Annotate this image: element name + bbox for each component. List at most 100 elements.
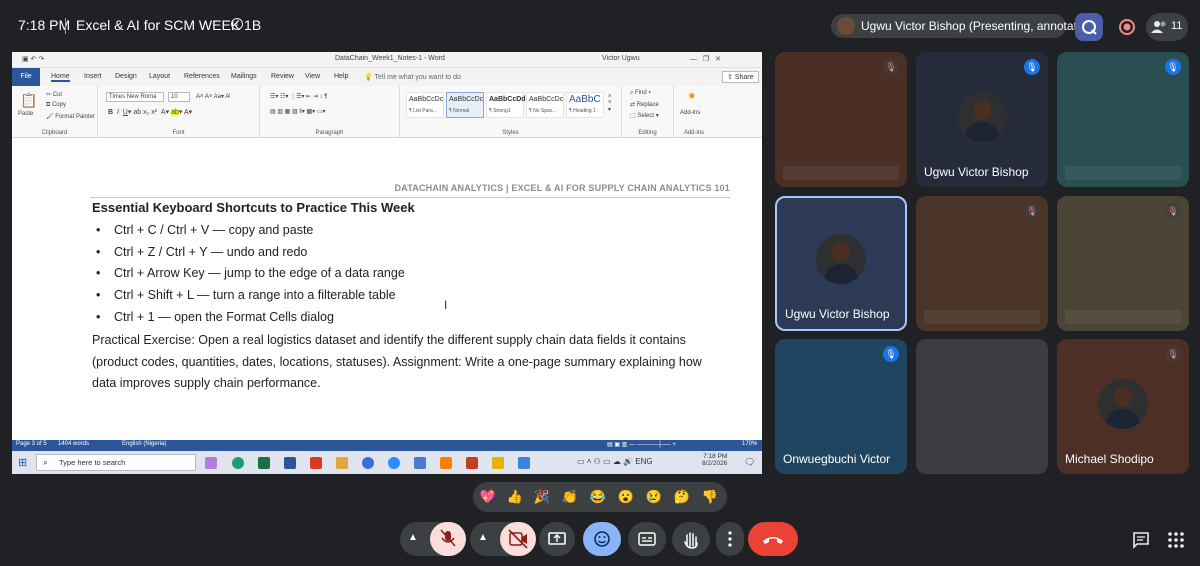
taskbar-clock[interactable]: 7:18 PM 8/2/2026 — [702, 453, 727, 467]
zoom-level[interactable]: 170% — [742, 441, 757, 447]
ribbon: 📋 Paste ✂ Cut ⧉ Copy 🖌 Format Painter Cl… — [12, 86, 762, 138]
paste-icon[interactable]: 📋 — [20, 92, 37, 109]
raise-hand-button[interactable] — [672, 522, 710, 556]
word-count[interactable]: 1404 words — [58, 441, 89, 447]
addins-icon[interactable]: ✹ — [688, 91, 696, 102]
zoom-icon[interactable] — [388, 457, 400, 469]
mic-toggle-button[interactable] — [430, 522, 466, 556]
info-icon[interactable]: i — [231, 18, 243, 30]
tab-design[interactable]: Design — [115, 73, 137, 80]
chevron-up-icon[interactable]: ▲ — [408, 532, 418, 543]
participant-tile[interactable]: 🎙 — [1057, 52, 1189, 187]
camera-toggle-button[interactable] — [500, 522, 536, 556]
participant-tile-active[interactable]: Ugwu Victor Bishop — [775, 196, 907, 331]
alignment-buttons[interactable]: ▤ ▥ ▦ ▧ ‖▾ ▩▾ ▭▾ — [270, 108, 326, 115]
end-call-button[interactable] — [748, 522, 798, 556]
annotation-tool-button[interactable] — [1075, 13, 1103, 41]
more-options-button[interactable] — [716, 522, 744, 556]
cut-button[interactable]: ✂ Cut — [46, 91, 62, 98]
notification-icon[interactable]: 🗨 — [744, 457, 755, 468]
tab-review[interactable]: Review — [271, 73, 294, 80]
tab-file[interactable]: File — [12, 68, 40, 86]
share-button[interactable]: ⇪ Share — [722, 71, 759, 83]
paste-button[interactable]: Paste — [18, 111, 33, 117]
style-normal[interactable]: AaBbCcDc ¶ Normal — [446, 92, 484, 118]
mic-off-icon: 🎙 — [1024, 59, 1040, 75]
reactions-bar: 💖 👍 🎉 👏 😂 😮 😢 🤔 👎 — [473, 482, 727, 512]
style-strong[interactable]: AaBbCcDd ¶ Strong1 — [486, 92, 526, 118]
replace-button[interactable]: ⇄ Replace — [630, 101, 659, 108]
reaction-laugh[interactable]: 😂 — [589, 488, 607, 506]
presenter-chip[interactable]: Ugwu Victor Bishop (Presenting, annotati… — [831, 14, 1097, 38]
list-buttons[interactable]: ☰▾ ☷▾ ⋮☰▾ ⇤ ⇥ ↕ ¶ — [270, 93, 327, 100]
tab-help[interactable]: Help — [334, 73, 348, 80]
select-button[interactable]: ⬚ Select ▾ — [630, 112, 659, 119]
taskbar-search[interactable]: ⌕ Type here to search — [36, 454, 196, 471]
tab-layout[interactable]: Layout — [149, 73, 170, 80]
file-explorer-icon[interactable] — [492, 457, 504, 469]
participant-tile[interactable]: 🎙 Onwuegbuchi Victor — [775, 339, 907, 474]
font-name-select[interactable]: Times New Roma — [106, 92, 164, 102]
powerpoint-icon[interactable] — [466, 457, 478, 469]
window-controls[interactable]: — ❐ ✕ — [690, 55, 721, 63]
name-placeholder — [924, 310, 1040, 324]
reaction-heart[interactable]: 💖 — [479, 488, 497, 506]
format-painter-button[interactable]: 🖌 Format Painter — [46, 113, 95, 120]
tab-home[interactable]: Home — [51, 73, 70, 82]
people-button[interactable]: 11 — [1146, 13, 1188, 41]
word-icon[interactable] — [284, 457, 296, 469]
app-icon[interactable] — [310, 457, 322, 469]
style-list-paragraph[interactable]: AaBbCcDc ¶ List Para... — [406, 92, 444, 118]
app-icon[interactable] — [414, 457, 426, 469]
styles-scroll[interactable]: ˄ ˅ ▾ — [608, 94, 612, 113]
reaction-sad[interactable]: 😢 — [645, 488, 663, 506]
tab-references[interactable]: References — [184, 73, 220, 80]
style-heading-1[interactable]: AaBbC ¶ Heading 1 — [566, 92, 604, 118]
reaction-thinking[interactable]: 🤔 — [673, 488, 691, 506]
reaction-party[interactable]: 🎉 — [533, 488, 551, 506]
chat-button[interactable] — [1131, 530, 1151, 550]
participant-tile[interactable]: 🎙 — [916, 196, 1048, 331]
vlc-icon[interactable] — [440, 457, 452, 469]
activities-button[interactable] — [1166, 530, 1186, 550]
present-button[interactable] — [539, 522, 575, 556]
system-tray-icons[interactable]: ▭ ˄ ⚇ ▭ ☁ 🔊 ENG — [577, 457, 653, 466]
tell-me-box[interactable]: 💡 Tell me what you want to do — [364, 73, 461, 81]
font-format-buttons[interactable]: B I U▾ ab x₂ x² A▾ ab▾ A▾ — [108, 108, 192, 116]
app-icon[interactable] — [518, 457, 530, 469]
document-page[interactable]: DATACHAIN ANALYTICS | EXCEL & AI FOR SUP… — [12, 138, 762, 440]
chevron-up-icon[interactable]: ▲ — [478, 532, 488, 543]
participant-tile[interactable] — [916, 339, 1048, 474]
reaction-clap[interactable]: 👏 — [561, 488, 579, 506]
save-icon[interactable]: ▣ ↶ ↷ — [22, 55, 44, 63]
reaction-thumbs-down[interactable]: 👎 — [701, 488, 719, 506]
tab-mailings[interactable]: Mailings — [231, 73, 257, 80]
recording-button[interactable] — [1113, 13, 1141, 41]
captions-button[interactable] — [628, 522, 666, 556]
copy-button[interactable]: ⧉ Copy — [46, 102, 66, 109]
participant-tile[interactable]: 🎙 Ugwu Victor Bishop — [916, 52, 1048, 187]
participant-tile[interactable]: 🎙 — [775, 52, 907, 187]
style-no-spacing[interactable]: AaBbCcDc ¶ No Spac... — [526, 92, 564, 118]
styles-label: Styles — [502, 130, 519, 136]
addins-button[interactable]: Add-ins — [680, 110, 700, 116]
edge-icon[interactable] — [232, 457, 244, 469]
reaction-surprised[interactable]: 😮 — [617, 488, 635, 506]
page-indicator[interactable]: Page 3 of 5 — [16, 441, 47, 447]
participant-tile[interactable]: 🎙 Michael Shodipo — [1057, 339, 1189, 474]
windows-start-icon[interactable]: ⊞ — [18, 456, 27, 469]
language-indicator[interactable]: English (Nigeria) — [122, 441, 166, 447]
tab-insert[interactable]: Insert — [84, 73, 102, 80]
task-view-icon[interactable] — [205, 457, 217, 469]
bluetooth-icon[interactable] — [362, 457, 374, 469]
reaction-thumbs-up[interactable]: 👍 — [506, 488, 524, 506]
emoji-button[interactable] — [583, 522, 621, 556]
tab-view[interactable]: View — [305, 73, 320, 80]
participant-tile[interactable]: 🎙 — [1057, 196, 1189, 331]
app-icon[interactable] — [336, 457, 348, 469]
font-size-select[interactable]: 10 — [168, 92, 190, 102]
view-buttons[interactable]: ▤ ▣ ▥ — ─────┼── + — [607, 441, 676, 448]
excel-icon[interactable] — [258, 457, 270, 469]
font-size-controls[interactable]: A˄ A˅ Aa▾ A̸ — [196, 93, 229, 100]
find-button[interactable]: ⌕ Find ▾ — [630, 90, 651, 97]
